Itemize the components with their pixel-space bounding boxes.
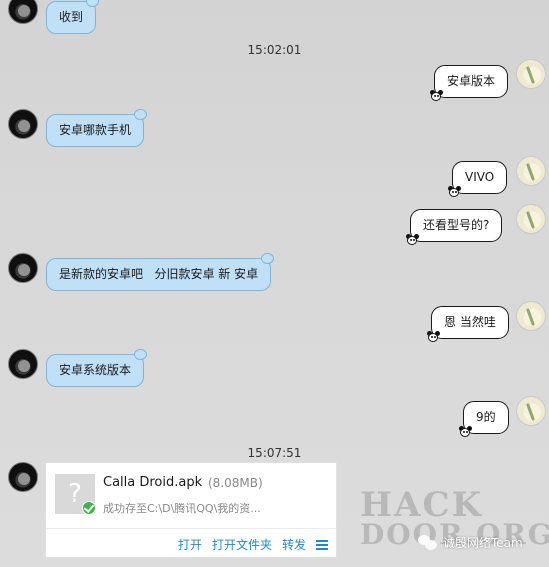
wechat-watermark: 诚殷网络Team	[418, 534, 523, 551]
panda-icon	[447, 186, 461, 198]
message-text: 恩 当然哇	[444, 315, 496, 329]
message-bubble-outgoing[interactable]: 还看型号的?	[406, 209, 503, 245]
message-bubble-incoming[interactable]: 安卓哪款手机	[46, 109, 148, 147]
message-text: 安卓版本	[447, 74, 496, 88]
my-avatar[interactable]	[516, 156, 546, 186]
more-menu-icon[interactable]	[316, 539, 328, 550]
success-check-icon	[82, 501, 96, 515]
contact-avatar[interactable]	[8, 253, 38, 283]
message-text: 安卓哪款手机	[59, 123, 132, 137]
timestamp: 15:02:01	[247, 43, 302, 57]
message-bubble-outgoing[interactable]: 安卓版本	[430, 65, 509, 101]
message-bubble-incoming[interactable]: 安卓系统版本	[46, 349, 148, 387]
message-text: 收到	[59, 10, 84, 24]
divider	[46, 528, 336, 529]
panda-icon	[458, 426, 472, 438]
contact-avatar[interactable]	[8, 0, 38, 24]
message-text: 安卓系统版本	[59, 363, 132, 377]
message-text: 还看型号的?	[423, 218, 490, 232]
message-text: 是新款的安卓吧 分旧款安卓 新 安卓	[59, 267, 259, 281]
bubble-cloud-decoration	[134, 109, 148, 120]
contact-avatar[interactable]	[8, 349, 38, 379]
panda-icon	[405, 234, 419, 246]
watermark-line1: HACK	[360, 485, 484, 525]
forward-button[interactable]: 转发	[282, 536, 306, 553]
bubble-cloud-decoration	[86, 0, 100, 7]
timestamp: 15:07:51	[247, 446, 302, 460]
message-text: 9的	[476, 410, 496, 424]
file-name: Calla Droid.apk	[103, 475, 203, 490]
contact-avatar[interactable]	[8, 462, 38, 492]
message-bubble-incoming[interactable]: 收到	[46, 0, 100, 34]
file-size: (8.08MB)	[208, 476, 263, 490]
message-bubble-outgoing[interactable]: 9的	[459, 401, 509, 437]
file-actions: 打开 打开文件夹 转发	[178, 536, 328, 553]
wechat-icon	[418, 534, 438, 551]
my-avatar[interactable]	[516, 396, 546, 426]
file-transfer-card[interactable]: ? Calla Droid.apk (8.08MB) 成功存至C:\D\腾讯QQ…	[45, 462, 337, 558]
panda-icon	[426, 331, 440, 343]
open-file-button[interactable]: 打开	[178, 536, 202, 553]
contact-avatar[interactable]	[8, 109, 38, 139]
my-avatar[interactable]	[516, 59, 546, 89]
my-avatar[interactable]	[516, 204, 546, 234]
my-avatar[interactable]	[516, 301, 546, 331]
open-folder-button[interactable]: 打开文件夹	[212, 536, 272, 553]
bubble-cloud-decoration	[134, 349, 148, 360]
wechat-account-name: 诚殷网络Team	[443, 536, 523, 550]
message-text: VIVO	[465, 170, 495, 184]
message-bubble-outgoing[interactable]: VIVO	[448, 161, 508, 197]
message-bubble-outgoing[interactable]: 恩 当然哇	[427, 306, 509, 342]
panda-icon	[429, 90, 443, 102]
message-bubble-incoming[interactable]: 是新款的安卓吧 分旧款安卓 新 安卓	[46, 253, 275, 291]
bubble-cloud-decoration	[261, 253, 275, 264]
file-save-status: 成功存至C:\D\腾讯QQ\我的资...	[103, 502, 261, 515]
